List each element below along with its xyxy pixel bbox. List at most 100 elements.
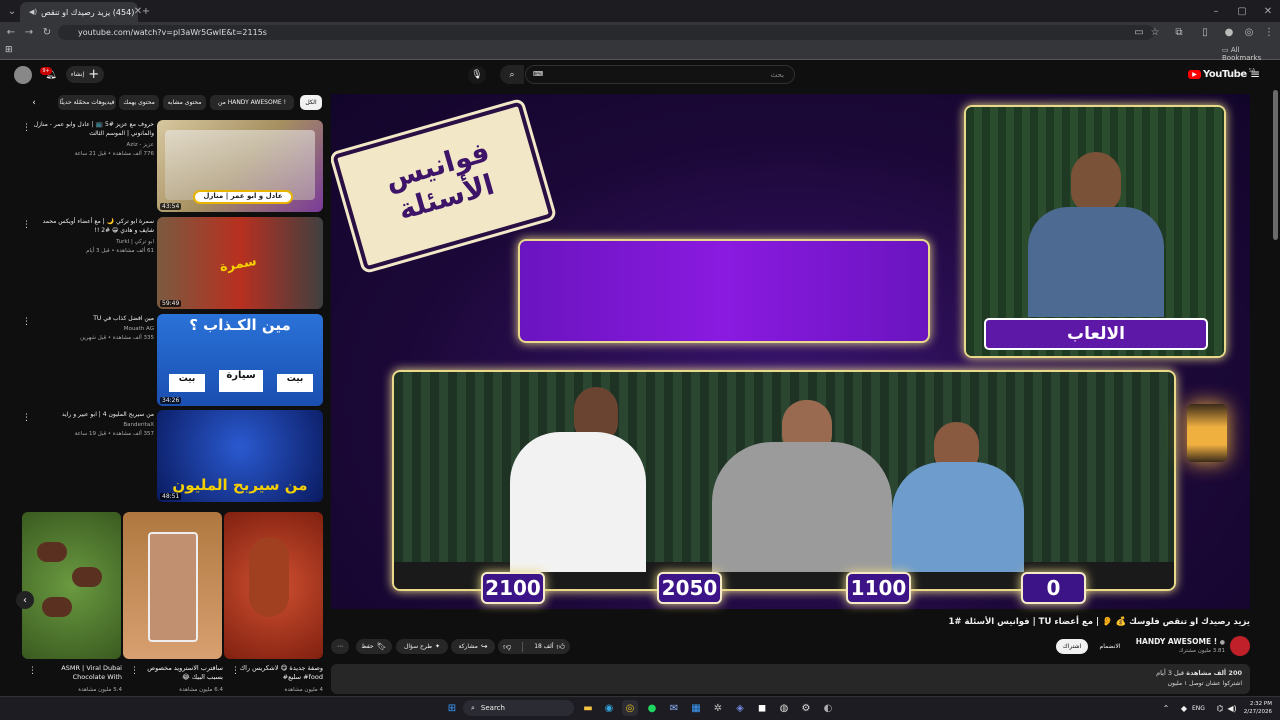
create-button[interactable]: إنشاء + <box>66 66 104 83</box>
share-icon: ↪ <box>480 642 488 651</box>
score-box: 0 <box>1021 572 1086 604</box>
join-button[interactable]: الانضمام <box>1093 639 1127 654</box>
app-icon[interactable]: ✲ <box>710 700 726 716</box>
forward-icon[interactable]: → <box>20 22 38 42</box>
chevron-left-icon[interactable]: ‹ <box>28 97 40 109</box>
maximize-icon[interactable]: ▢ <box>1230 0 1254 22</box>
tray-app-icon[interactable]: ◆ <box>1176 700 1192 716</box>
search-input[interactable]: بحث <box>525 65 795 84</box>
obs-icon[interactable]: ◍ <box>776 700 792 716</box>
taskbar-search[interactable]: ⌕ Search <box>463 700 574 716</box>
browser-tab-bar: ⌄ ◀) (454) يزيد رصيدك او تنقص ✕ + – ▢ ✕ <box>0 0 1280 22</box>
profile-icon[interactable]: ● <box>1220 22 1238 42</box>
sidepanel-icon[interactable]: ▯ <box>1196 22 1214 42</box>
short-thumbnail[interactable] <box>123 512 222 659</box>
description-box[interactable]: 200 ألف مشاهدة قبل 3 أيام اشتركوا عشان ت… <box>331 664 1250 694</box>
chip-recently-uploaded[interactable]: فيديوهات محمّلة حديثًا <box>58 95 116 110</box>
browser-tab[interactable]: ◀) (454) يزيد رصيدك او تنقص <box>20 2 138 22</box>
spotify-icon[interactable]: ● <box>644 700 660 716</box>
video-thumbnail[interactable]: من سيربح المليون 48:51 <box>157 410 323 502</box>
short-views: 5.4 مليون مشاهدة <box>78 687 122 693</box>
view-count: 200 ألف مشاهدة <box>1186 669 1242 677</box>
steam-icon[interactable]: ◐ <box>820 700 836 716</box>
video-meta: 357 ألف مشاهدة • قبل 19 ساعة <box>74 431 154 437</box>
chip-for-you[interactable]: محتوى يهمك <box>119 95 159 110</box>
share-button[interactable]: مشاركة ↪ <box>451 639 495 654</box>
extensions-icon[interactable]: ⧉ <box>1170 22 1188 42</box>
url-field[interactable]: youtube.com/watch?v=pl3aWr5GwIE&t=2115s <box>58 25 1154 40</box>
question-panel <box>518 239 930 343</box>
chrome-icon[interactable]: ◎ <box>622 700 638 716</box>
video-title[interactable]: من سيربح المليون 4 | ابو عبير و رايد <box>30 410 154 419</box>
channel-name-main[interactable]: HANDY AWESOME ! ● <box>1120 637 1225 646</box>
language-indicator[interactable]: ENG <box>1192 705 1205 712</box>
bookmark-star-icon[interactable]: ☆ <box>1146 22 1164 42</box>
store-icon[interactable]: ▦ <box>688 700 704 716</box>
video-title[interactable]: حروف مع عزيز #5 📺 | عادل وابو عمر - مناز… <box>30 120 154 138</box>
youtube-logo[interactable]: ▶ YouTube SA <box>1188 66 1255 83</box>
like-icon[interactable]: 👍︎ <box>557 642 565 652</box>
start-icon[interactable]: ⊞ <box>444 700 460 716</box>
apps-icon[interactable]: ⊞ <box>5 45 13 55</box>
discord-icon[interactable]: ◈ <box>732 700 748 716</box>
score-box: 1100 <box>846 572 911 604</box>
like-dislike-group: 👎︎ 18 ألف 👍︎ <box>498 639 570 654</box>
more-options-icon[interactable]: ⋮ <box>22 317 31 327</box>
dislike-icon[interactable]: 👎︎ <box>503 642 511 652</box>
video-title[interactable]: مين افضل كذاب في TU <box>30 314 154 323</box>
keyboard-icon[interactable]: ⌨ <box>533 70 543 78</box>
minimize-icon[interactable]: – <box>1204 0 1228 22</box>
chip-from-channel[interactable]: من HANDY AWESOME ! <box>210 95 294 110</box>
voice-search-icon[interactable]: 🎙︎ <box>468 66 486 84</box>
channel-name[interactable]: ابو تركي | TurkI <box>30 239 154 245</box>
video-thumbnail[interactable]: سمرة 59:49 <box>157 217 323 309</box>
short-title[interactable]: ساقترب الاسترويد مخصوص بسبب البيك 😂 <box>137 664 223 682</box>
volume-icon[interactable]: ◀) <box>1224 700 1240 716</box>
more-options-icon[interactable]: ⋮ <box>22 123 31 133</box>
address-bar: ← → ↻ youtube.com/watch?v=pl3aWr5GwIE&t=… <box>0 22 1280 42</box>
short-more-icon[interactable]: ⋮ <box>28 666 37 676</box>
page-scrollbar[interactable] <box>1273 90 1278 240</box>
clock[interactable]: 2:32 PM 2/27/2026 <box>1240 700 1272 716</box>
save-button[interactable]: حفظ 🔖︎ <box>356 639 392 654</box>
channel-avatar[interactable] <box>1230 636 1250 656</box>
video-thumbnail[interactable]: عادل و ابو عمر | منازل 43:54 <box>157 120 323 212</box>
edge-icon[interactable]: ◉ <box>601 700 617 716</box>
reload-icon[interactable]: ↻ <box>38 22 56 42</box>
channel-name[interactable]: BanderitaX <box>30 422 154 428</box>
media-icon[interactable]: ◼ <box>754 700 770 716</box>
screen: { "browser": { "tab_title": "(454) يزيد … <box>0 0 1280 720</box>
video-title[interactable]: سمرة ابو تركي 🌙 | مع أعضاء أويكس محمد شا… <box>30 217 154 235</box>
close-window-icon[interactable]: ✕ <box>1256 0 1280 22</box>
ask-button[interactable]: طرح سؤال ✦ <box>396 639 448 654</box>
file-explorer-icon[interactable]: ▬ <box>580 700 596 716</box>
duration-badge: 34:26 <box>160 397 182 404</box>
more-options-icon[interactable]: ⋮ <box>22 220 31 230</box>
more-actions-icon[interactable]: ⋯ <box>331 639 349 654</box>
chip-all[interactable]: الكل <box>300 95 322 110</box>
search-button-icon[interactable]: ⌕ <box>500 65 524 84</box>
channel-name[interactable]: عزيز - Aziz <box>30 142 154 148</box>
chip-related[interactable]: محتوى مشابه <box>163 95 206 110</box>
subscribe-button[interactable]: اشتراك <box>1056 639 1088 654</box>
more-options-icon[interactable]: ⋮ <box>22 413 31 423</box>
menu-icon[interactable]: ⋮ <box>1260 22 1278 42</box>
back-icon[interactable]: ← <box>2 22 20 42</box>
short-thumbnail[interactable] <box>224 512 323 659</box>
avatar[interactable] <box>14 66 32 84</box>
translate-icon[interactable]: ◎ <box>1240 22 1258 42</box>
settings-icon[interactable]: ⚙ <box>798 700 814 716</box>
short-title[interactable]: ASMR | Viral Dubai Chocolate With <box>36 664 122 682</box>
short-thumbnail[interactable] <box>22 512 121 659</box>
audio-icon[interactable]: ◀) <box>29 8 37 16</box>
channel-name[interactable]: Mouath AG <box>30 326 154 332</box>
new-tab-icon[interactable]: + <box>134 0 158 22</box>
tray-chevron-icon[interactable]: ⌃ <box>1158 700 1174 716</box>
mail-icon[interactable]: ✉ <box>666 700 682 716</box>
video-thumbnail[interactable]: مين الكـذاب ؟ بيت سيارة بيت 34:26 <box>157 314 323 406</box>
hamburger-icon[interactable]: ≡ <box>1248 66 1262 82</box>
video-player[interactable]: فوانيس الأسئلة الالعاب <box>331 94 1250 609</box>
short-title[interactable]: وصفة جديدة 😋 لاشكريس راك food# سلبع# <box>237 664 323 682</box>
shorts-prev-icon[interactable]: ‹ <box>16 591 34 609</box>
channel-name-text: HANDY AWESOME ! <box>1135 637 1218 646</box>
